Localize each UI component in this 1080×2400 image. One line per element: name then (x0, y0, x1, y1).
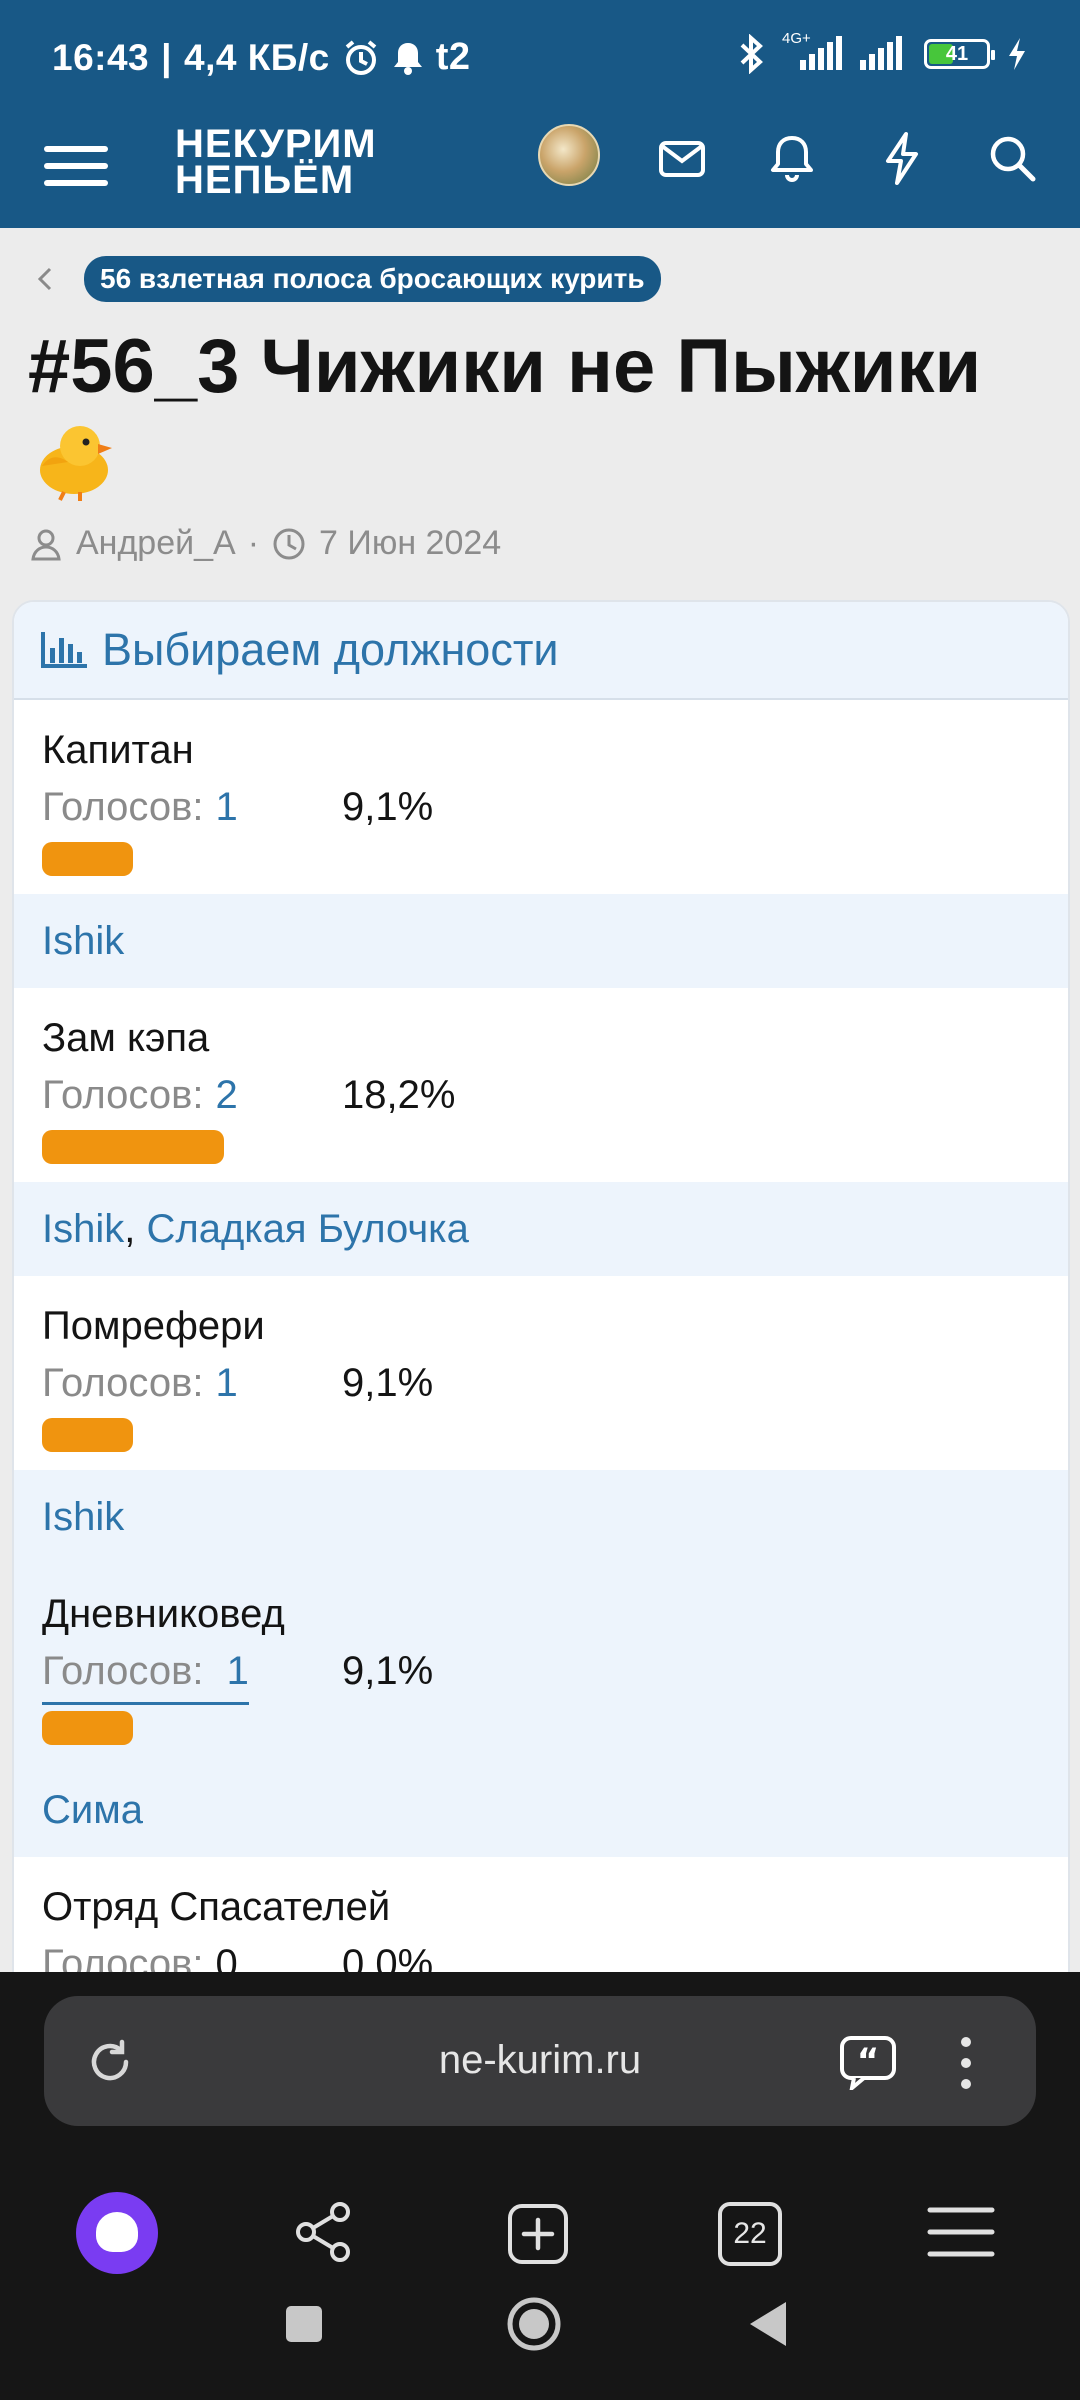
thread-author[interactable]: Андрей_А (76, 524, 236, 563)
share-icon[interactable] (292, 2200, 356, 2264)
votes-count[interactable]: 1 (215, 1354, 237, 1412)
poll-block: Выбираем должности Капитан Голосов: 1 9,… (12, 600, 1070, 1972)
thread-meta: Андрей_А · 7 Июн 2024 (28, 524, 501, 563)
clock-icon (273, 528, 305, 559)
thread-title: #56_3 Чижики не Пыжики (28, 320, 1058, 504)
quote-icon[interactable]: “ (838, 2032, 898, 2090)
breadcrumb-forum-link[interactable]: 56 взлетная полоса бросающих курить (84, 256, 661, 302)
poll-title: Выбираем должности (102, 624, 559, 675)
option-bar (42, 1130, 224, 1164)
option-bar (42, 1418, 133, 1452)
lightning-icon[interactable] (872, 128, 932, 188)
votes-label: Голосов: (42, 1942, 204, 1972)
votes-link[interactable]: Голосов: 1 (42, 1642, 249, 1705)
poll-header: Выбираем должности (14, 602, 1068, 700)
votes-label: Голосов: (42, 785, 204, 829)
voter-link[interactable]: Сима (42, 1788, 143, 1833)
option-name: Помрефери (42, 1304, 265, 1348)
bluetooth-icon (740, 34, 763, 74)
menu-icon[interactable] (44, 134, 108, 198)
battery-indicator: 41 (924, 39, 995, 69)
status-left: 16:43 | 4,4 КБ/с t2 (52, 36, 471, 78)
status-bar: 16:43 | 4,4 КБ/с t2 4G+ 41 (0, 0, 1080, 112)
poll-option: Зам кэпа Голосов: 2 18,2% (14, 988, 1068, 1182)
option-percent: 9,1% (342, 1649, 434, 1693)
option-voters: Сима (14, 1763, 1068, 1857)
site-header: НЕКУРИМ НЕПЬЁМ (0, 112, 1080, 228)
user-avatar[interactable] (538, 124, 600, 186)
system-nav-bar (0, 2270, 1080, 2400)
option-name: Зам кэпа (42, 1016, 210, 1060)
votes-count[interactable]: 1 (227, 1649, 249, 1693)
thread-date[interactable]: 7 Июн 2024 (319, 524, 501, 563)
status-speed: 4,4 КБ/с (184, 36, 330, 78)
svg-text:“: “ (857, 2041, 879, 2081)
option-bar (42, 842, 133, 876)
search-icon[interactable] (982, 128, 1042, 188)
option-voters: Ishik, Сладкая Булочка (14, 1182, 1068, 1276)
voter-link[interactable]: Сладкая Булочка (146, 1207, 468, 1252)
votes-label: Голосов: (42, 1649, 204, 1693)
bar-chart-icon (41, 632, 87, 668)
charging-icon (1009, 38, 1025, 70)
votes-count[interactable]: 0 (215, 1935, 237, 1972)
voter-link[interactable]: Ishik (42, 1495, 124, 1540)
signal-bars-icon-2 (860, 36, 902, 70)
status-time: 16:43 (52, 36, 150, 78)
address-bar[interactable]: ne-kurim.ru “ (44, 1996, 1036, 2126)
browser-menu-icon[interactable] (926, 2204, 996, 2260)
bell-icon[interactable] (762, 128, 822, 188)
battery-level: 41 (945, 43, 969, 65)
poll-option: Дневниковед Голосов: 1 9,1% (14, 1564, 1068, 1763)
site-logo[interactable]: НЕКУРИМ НЕПЬЁМ (175, 124, 377, 200)
option-percent: 9,1% (342, 785, 434, 829)
browser-toolbar: ne-kurim.ru “ 22 (0, 1972, 1080, 2400)
chevron-left-icon[interactable] (30, 264, 60, 294)
recents-icon[interactable] (284, 2304, 324, 2344)
chick-emoji-icon (40, 426, 112, 501)
option-voters: Ishik (14, 894, 1068, 988)
mobile-signal-1: 4G+ (782, 30, 842, 74)
alarm-icon (345, 39, 377, 75)
voter-link[interactable]: Ishik (42, 1207, 124, 1252)
option-percent: 9,1% (342, 1361, 434, 1405)
tabs-counter[interactable]: 22 (718, 2202, 782, 2266)
notification-bell-icon (393, 42, 422, 75)
home-icon[interactable] (506, 2296, 562, 2352)
option-bar (42, 1711, 133, 1745)
carrier-label: t2 (435, 36, 471, 78)
user-icon (31, 529, 61, 560)
option-voters: Ishik (14, 1470, 1068, 1564)
votes-label: Голосов: (42, 1361, 204, 1405)
page-content: 56 взлетная полоса бросающих курить #56_… (0, 228, 1080, 1972)
new-tab-icon[interactable] (506, 2202, 570, 2266)
poll-option: Капитан Голосов: 1 9,1% (14, 700, 1068, 894)
option-name: Дневниковед (42, 1592, 285, 1636)
status-right: 4G+ 41 (736, 30, 1028, 74)
poll-option: Отряд Спасателей Голосов: 0 0,0% (14, 1857, 1068, 1972)
poll-option: Помрефери Голосов: 1 9,1% (14, 1276, 1068, 1470)
signal-bars-icon (800, 36, 842, 70)
votes-label: Голосов: (42, 1073, 204, 1117)
back-icon[interactable] (746, 2300, 790, 2348)
option-name: Отряд Спасателей (42, 1885, 391, 1929)
option-name: Капитан (42, 728, 194, 772)
assistant-icon[interactable] (76, 2192, 158, 2274)
breadcrumb: 56 взлетная полоса бросающих курить (30, 256, 661, 302)
option-percent: 18,2% (342, 1073, 456, 1117)
mail-icon[interactable] (652, 128, 712, 188)
votes-count[interactable]: 2 (215, 1066, 237, 1124)
more-vert-icon[interactable] (956, 2036, 976, 2090)
option-percent: 0,0% (342, 1942, 434, 1972)
votes-count[interactable]: 1 (215, 778, 237, 836)
voter-link[interactable]: Ishik (42, 919, 124, 964)
